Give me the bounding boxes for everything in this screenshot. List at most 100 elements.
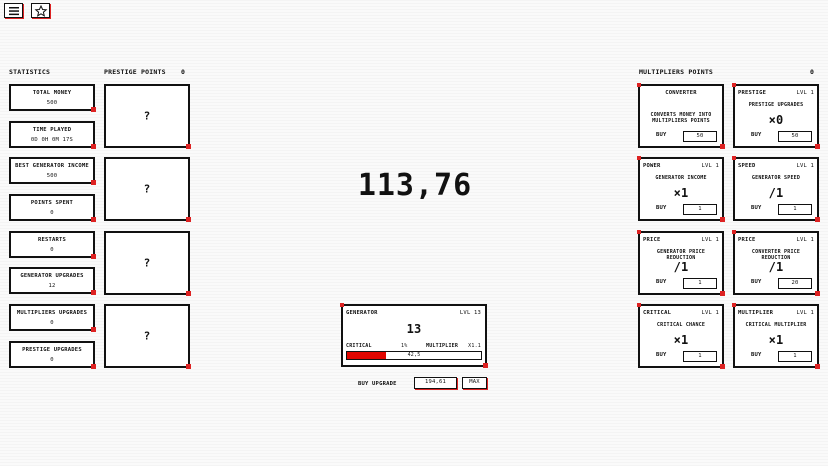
card-buy-label: BUY [751,279,762,285]
card-level: LVL 1 [701,237,719,243]
stat-label: TIME PLAYED [32,127,72,133]
stat-label: GENERATOR UPGRADES [20,273,84,279]
multipliers-points-count: 0 [810,68,815,76]
stat-box: PRESTIGE UPGRADES 0 [9,341,96,369]
generator-multiplier-value: x1.1 [468,343,481,349]
card-description: CRITICAL MULTIPLIER [745,322,807,328]
generator-progress-bar: 42,5 [346,351,482,360]
stat-label: MULTIPLIERS UPGRADES [16,310,88,316]
money-display: 113,76 [357,168,473,203]
multiplier-card: PRICE LVL 1 CONVERTER PRICE REDUCTION/1 BUY… [732,230,820,296]
card-buy-label: BUY [656,132,667,138]
generator-title: GENERATOR [346,310,378,316]
card-level: LVL 1 [796,90,814,96]
card-buy-label: BUY [751,205,762,211]
stat-box: TOTAL MONEY 500 [9,84,96,112]
card-value: ×1 [673,186,689,200]
card-title: SPEED [738,163,756,169]
favorites-button[interactable] [31,3,50,18]
card-buy-label: BUY [751,352,762,358]
card-title: PRICE [738,237,756,243]
star-icon [34,4,47,17]
stat-box: POINTS SPENT 0 [9,194,96,222]
card-buy-button[interactable]: 50 [683,131,717,142]
max-button[interactable]: MAX [462,377,487,389]
card-level: LVL 1 [701,310,719,316]
stat-box: RESTARTS 0 [9,231,96,259]
card-value: ×0 [768,113,784,127]
card-level: LVL 1 [796,163,814,169]
stat-label: POINTS SPENT [30,200,74,206]
multiplier-card: SPEED LVL 1 GENERATOR SPEED/1 BUY 1 [732,156,820,222]
prestige-slot-label: ? [143,109,151,123]
card-title: MULTIPLIER [738,310,774,316]
card-value: ×1 [768,333,784,347]
card-buy-label: BUY [751,132,762,138]
prestige-slot[interactable]: ? [104,304,191,369]
multipliers-points-title: MULTIPLIERS POINTS [639,68,714,76]
prestige-slot[interactable]: ? [104,157,191,222]
stat-value: 0 [50,210,54,216]
prestige-points-title: PRESTIGE POINTS [104,68,166,76]
prestige-points-count: 0 [181,68,186,76]
card-buy-button[interactable]: 1 [778,351,812,362]
card-buy-button[interactable]: 20 [778,278,812,289]
stat-box: MULTIPLIERS UPGRADES 0 [9,304,96,332]
stat-label: RESTARTS [37,237,67,243]
prestige-slot[interactable]: ? [104,231,191,296]
stat-value: 500 [46,100,58,106]
card-value: ×1 [673,333,689,347]
stat-label: PRESTIGE UPGRADES [22,347,82,353]
generator-count: 13 [406,322,422,336]
multiplier-card: CONVERTER CONVERTS MONEY INTO MULTIPLIERS… [637,83,725,149]
card-description: GENERATOR SPEED [751,175,801,181]
card-buy-button[interactable]: 1 [778,204,812,215]
card-title: CRITICAL [643,310,672,316]
prestige-slot-label: ? [143,329,151,343]
card-value: /1 [768,260,784,274]
card-description: PRESTIGE UPGRADES [748,102,804,108]
card-description: CONVERTS MONEY INTO MULTIPLIERS POINTS [650,112,712,124]
stat-value: 0 [50,320,54,326]
card-value: /1 [768,186,784,200]
stat-box: TIME PLAYED 0D 0H 0M 17S [9,121,96,149]
generator-multiplier-label: MULTIPLIER [426,343,459,349]
card-title: PRESTIGE [738,90,767,96]
buy-upgrade-button[interactable]: 194,61 [414,377,457,389]
menu-button[interactable] [4,3,23,18]
prestige-slot-label: ? [143,182,151,196]
prestige-slot-label: ? [143,256,151,270]
generator-critical-value: 1% [401,343,408,349]
card-title: POWER [643,163,661,169]
statistics-title: STATISTICS [9,68,51,76]
multiplier-card: MULTIPLIER LVL 1 CRITICAL MULTIPLIER ×1 BUY 1 [732,303,820,369]
multiplier-card: CRITICAL LVL 1 CRITICAL CHANCE ×1 BUY 1 [637,303,725,369]
generator-panel[interactable]: GENERATOR LVL 13 13 CRITICAL 1% MULTIPLI… [340,303,488,368]
card-description: CRITICAL CHANCE [656,322,706,328]
card-title: CONVERTER [665,90,697,96]
multiplier-card: POWER LVL 1 GENERATOR INCOME ×1 BUY 1 [637,156,725,222]
card-buy-button[interactable]: 1 [683,351,717,362]
multiplier-card: PRESTIGE LVL 1 PRESTIGE UPGRADES ×0 BUY 50 [732,83,820,149]
multiplier-card: PRICE LVL 1 GENERATOR PRICE REDUCTION/1 BUY… [637,230,725,296]
prestige-slot[interactable]: ? [104,84,191,149]
stat-value: 12 [48,283,56,289]
generator-progress-text: 42,5 [407,352,421,358]
card-buy-label: BUY [656,205,667,211]
card-buy-button[interactable]: 50 [778,131,812,142]
stat-box: GENERATOR UPGRADES 12 [9,267,96,295]
stat-value: 500 [46,173,58,179]
menu-icon [8,6,19,15]
stat-label: BEST GENERATOR INCOME [15,163,89,169]
card-buy-label: BUY [656,352,667,358]
card-buy-button[interactable]: 1 [683,278,717,289]
generator-level: LVL 13 [459,310,481,316]
card-description: GENERATOR INCOME [655,175,707,181]
card-title: PRICE [643,237,661,243]
stat-value: 0 [50,247,54,253]
generator-critical-label: CRITICAL [346,343,372,349]
card-buy-button[interactable]: 1 [683,204,717,215]
stat-label: TOTAL MONEY [32,90,72,96]
card-level: LVL 1 [701,163,719,169]
stat-value: 0 [50,357,54,363]
